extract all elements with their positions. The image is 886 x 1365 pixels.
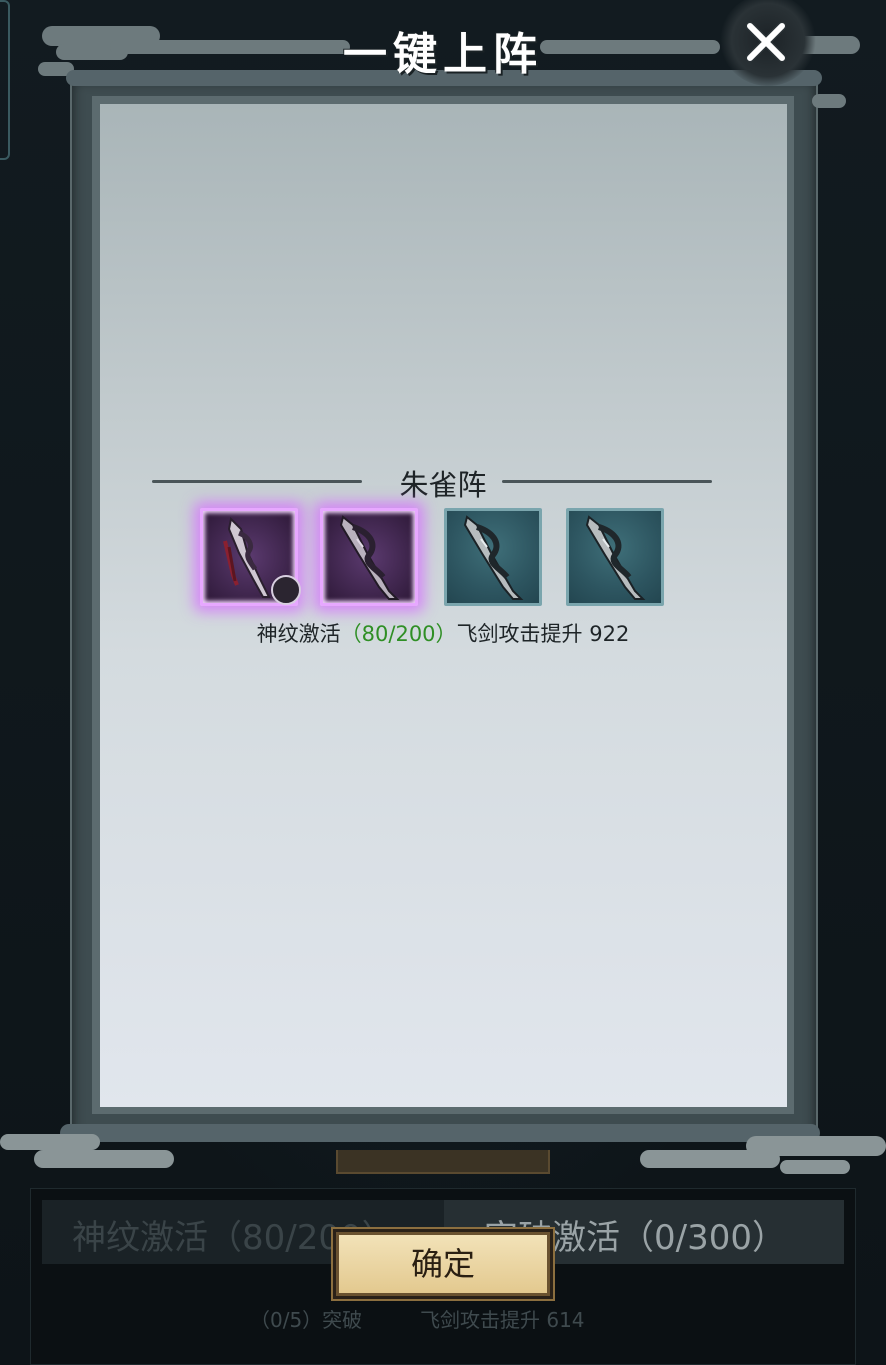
flying-sword-icon xyxy=(585,515,646,600)
formation-slot-2[interactable] xyxy=(320,508,418,606)
sword-attack-bonus-label: 飞剑攻击提升 xyxy=(456,622,583,646)
formation-slot-1[interactable] xyxy=(200,508,301,606)
formation-bonus-info: 神纹激活（80/200）飞剑攻击提升 922 xyxy=(0,618,886,648)
background-footer-left: （0/5）突破 xyxy=(250,1308,363,1332)
flying-sword-icon xyxy=(463,515,524,600)
close-button[interactable] xyxy=(712,0,820,86)
sword-attack-bonus-value: 922 xyxy=(589,622,630,646)
rune-badge-icon xyxy=(271,575,301,605)
confirm-button[interactable]: 确定 xyxy=(336,1232,550,1296)
formation-name: 朱雀阵 xyxy=(399,468,487,502)
rune-activation-label: 神纹激活 xyxy=(256,622,341,646)
background-tab-strip xyxy=(336,1150,550,1174)
rune-activation-progress: （80/200） xyxy=(340,622,457,646)
flying-sword-icon xyxy=(339,515,400,600)
close-icon xyxy=(745,21,787,63)
formation-slot-3[interactable] xyxy=(444,508,542,606)
background-footer-right: 飞剑攻击提升 614 xyxy=(420,1308,585,1332)
formation-slot-4[interactable] xyxy=(566,508,664,606)
